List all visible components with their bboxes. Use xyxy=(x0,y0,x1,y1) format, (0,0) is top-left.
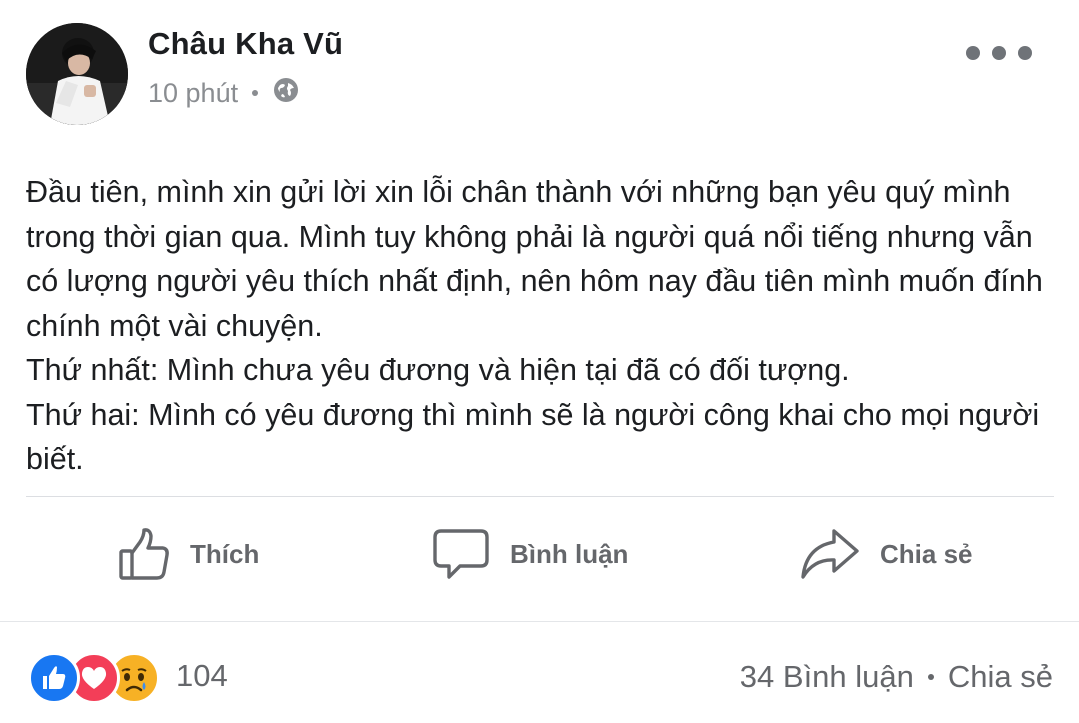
post-paragraph: Đầu tiên, mình xin gửi lời xin lỗi chân … xyxy=(26,175,1043,343)
like-button[interactable]: Thích xyxy=(118,522,259,586)
thumbs-up-icon xyxy=(118,527,170,581)
post-paragraph: Thứ hai: Mình có yêu đương thì mình sẽ l… xyxy=(26,397,1040,477)
more-horizontal-icon xyxy=(992,46,1006,60)
share-arrow-icon xyxy=(800,527,860,581)
post-paragraph: Thứ nhất: Mình chưa yêu đương và hiện tạ… xyxy=(26,353,850,387)
shares-link[interactable]: Chia sẻ xyxy=(948,659,1053,695)
author-name[interactable]: Châu Kha Vũ xyxy=(148,26,343,62)
comment-label: Bình luận xyxy=(510,538,629,569)
author-avatar[interactable] xyxy=(26,23,128,125)
comment-icon xyxy=(432,527,490,581)
meta-separator-dot xyxy=(252,90,259,96)
divider xyxy=(0,621,1079,622)
reaction-count: 104 xyxy=(176,658,228,693)
divider xyxy=(26,496,1054,497)
reaction-icons xyxy=(28,650,166,704)
more-horizontal-icon xyxy=(1018,46,1032,60)
comment-button[interactable]: Bình luận xyxy=(432,522,628,586)
more-options-button[interactable] xyxy=(966,38,1032,68)
share-button[interactable]: Chia sẻ xyxy=(800,522,973,586)
share-label: Chia sẻ xyxy=(880,538,973,569)
reactions-summary[interactable]: 104 xyxy=(28,648,228,704)
stats-separator-dot xyxy=(927,674,934,680)
engagement-stats: 34 Bình luận Chia sẻ xyxy=(740,656,1053,698)
comments-count-link[interactable]: 34 Bình luận xyxy=(740,659,914,695)
post-text: Đầu tiên, mình xin gửi lời xin lỗi chân … xyxy=(26,170,1056,482)
like-label: Thích xyxy=(190,538,260,569)
avatar-photo xyxy=(26,23,128,125)
globe-icon[interactable] xyxy=(272,76,300,111)
more-horizontal-icon xyxy=(966,46,980,60)
post-timestamp[interactable]: 10 phút xyxy=(148,78,238,109)
like-reaction-icon xyxy=(28,652,80,704)
facebook-post: Châu Kha Vũ 10 phút Đầu tiên, mình xin g… xyxy=(0,0,1079,723)
post-meta: 10 phút xyxy=(148,76,300,110)
